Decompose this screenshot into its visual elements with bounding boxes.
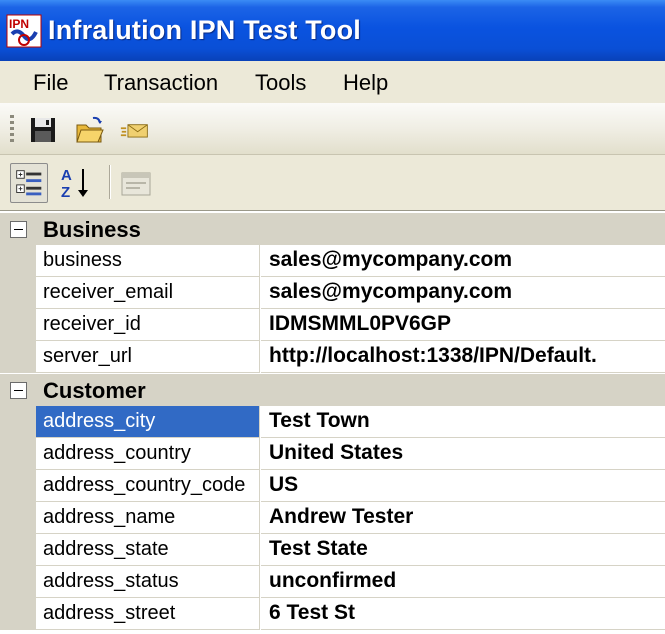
menu-file[interactable]: File [33, 70, 68, 96]
property-grid[interactable]: Business business sales@mycompany.com re… [0, 210, 665, 634]
menu-transaction[interactable]: Transaction [104, 70, 218, 96]
categorized-view-icon[interactable] [10, 163, 48, 203]
property-value[interactable]: Test Town [261, 406, 665, 438]
property-value[interactable]: IDMSMML0PV6GP [261, 309, 665, 341]
property-value[interactable]: United States [261, 438, 665, 470]
property-row[interactable]: receiver_id IDMSMML0PV6GP [0, 309, 665, 341]
property-grid-toolbar: A Z [0, 155, 665, 210]
collapse-icon[interactable] [10, 382, 27, 399]
collapse-icon[interactable] [10, 221, 27, 238]
property-row[interactable]: address_country United States [0, 438, 665, 470]
property-name[interactable]: address_name [36, 502, 260, 534]
category-label: Customer [43, 378, 146, 403]
open-folder-icon[interactable] [75, 115, 105, 145]
property-value[interactable]: sales@mycompany.com [261, 245, 665, 277]
window-title: Infralution IPN Test Tool [48, 15, 361, 45]
property-row[interactable]: receiver_email sales@mycompany.com [0, 277, 665, 309]
category-label: Business [43, 217, 141, 242]
menu-tools[interactable]: Tools [255, 70, 306, 96]
category-business[interactable]: Business [0, 213, 665, 245]
title-bar[interactable]: IPN Infralution IPN Test Tool [0, 0, 665, 61]
property-row[interactable]: address_country_code US [0, 470, 665, 502]
toolbar-separator [109, 165, 111, 199]
property-row[interactable]: address_city Test Town [0, 406, 665, 438]
save-icon[interactable] [28, 115, 58, 145]
svg-text:IPN: IPN [9, 17, 29, 31]
menu-bar: File Transaction Tools Help [0, 61, 665, 103]
svg-text:A: A [61, 167, 72, 184]
property-value[interactable]: Andrew Tester [261, 502, 665, 534]
property-row[interactable]: business sales@mycompany.com [0, 245, 665, 277]
property-name[interactable]: address_state [36, 534, 260, 566]
property-value[interactable]: Test State [261, 534, 665, 566]
property-row[interactable]: address_street 6 Test St [0, 598, 665, 630]
category-customer[interactable]: Customer [0, 374, 665, 406]
toolbar-grip[interactable] [10, 115, 14, 143]
send-mail-icon[interactable] [120, 115, 150, 145]
property-name[interactable]: address_street [36, 598, 260, 630]
property-value[interactable]: sales@mycompany.com [261, 277, 665, 309]
menu-help[interactable]: Help [343, 70, 388, 96]
property-row[interactable]: address_status unconfirmed [0, 566, 665, 598]
property-name-selected[interactable]: address_city [36, 406, 260, 438]
property-name[interactable]: receiver_id [36, 309, 260, 341]
property-row[interactable]: server_url http://localhost:1338/IPN/Def… [0, 341, 665, 373]
property-name[interactable]: server_url [36, 341, 260, 373]
ipn-app-icon[interactable]: IPN [6, 14, 42, 48]
svg-text:Z: Z [61, 184, 70, 201]
property-name[interactable]: receiver_email [36, 277, 260, 309]
property-name[interactable]: address_status [36, 566, 260, 598]
property-pages-icon [121, 172, 151, 196]
property-row[interactable]: address_state Test State [0, 534, 665, 566]
property-value[interactable]: http://localhost:1338/IPN/Default. [261, 341, 665, 373]
property-row[interactable]: address_name Andrew Tester [0, 502, 665, 534]
property-value[interactable]: unconfirmed [261, 566, 665, 598]
property-value[interactable]: US [261, 470, 665, 502]
property-name[interactable]: address_country_code [36, 470, 260, 502]
main-toolbar [0, 103, 665, 155]
alphabetical-sort-icon[interactable]: A Z [57, 163, 95, 203]
property-name[interactable]: business [36, 245, 260, 277]
property-value[interactable]: 6 Test St [261, 598, 665, 630]
property-name[interactable]: address_country [36, 438, 260, 470]
